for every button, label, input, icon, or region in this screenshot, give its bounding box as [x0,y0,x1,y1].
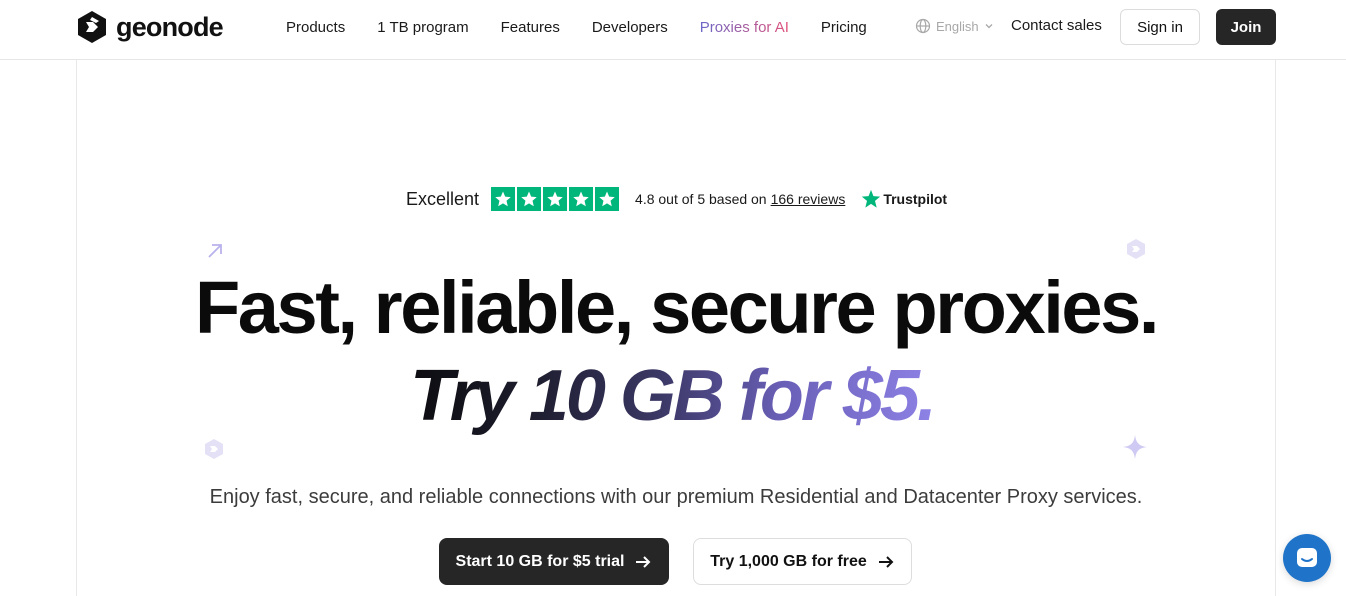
trustpilot-brand: Trustpilot [861,189,947,209]
trustpilot-stars [491,187,620,211]
try-free-button[interactable]: Try 1,000 GB for free [693,538,912,585]
trustpilot-reviews-link[interactable]: 166 reviews [771,191,846,207]
nav-proxies-for-ai[interactable]: Proxies for AI [700,19,789,36]
sign-in-button[interactable]: Sign in [1120,9,1200,45]
trustpilot-star-icon [862,189,881,208]
hero-offer: Try 10 GB for $5. [0,350,1346,442]
chat-icon [1297,548,1317,567]
arrow-right-icon [878,555,894,568]
trustpilot-score: 4.8 out of 5 based on [635,191,767,207]
nav-features[interactable]: Features [501,19,560,36]
site-header: geonode Products 1 TB program Features D… [0,0,1346,60]
arrow-right-icon [636,555,651,568]
geonode-logo[interactable]: geonode [76,10,224,44]
start-trial-button[interactable]: Start 10 GB for $5 trial [439,538,669,585]
chat-launcher-button[interactable] [1283,534,1331,582]
contact-sales-link[interactable]: Contact sales [1011,17,1102,34]
nav-products[interactable]: Products [286,19,345,36]
star-icon [543,187,568,211]
star-icon [491,187,516,211]
trustpilot-rating-word: Excellent [406,188,480,209]
nav-pricing[interactable]: Pricing [821,19,867,36]
hero-offer-text: Try 10 GB for $5. [410,356,942,436]
arrow-up-right-icon [208,244,222,258]
star-icon [517,187,542,211]
language-selector[interactable]: English [915,18,994,34]
chevron-down-icon [985,24,993,29]
main-nav: Products 1 TB program Features Developer… [286,0,899,54]
hero-subtitle: Enjoy fast, secure, and reliable connect… [209,486,1143,508]
geonode-logo-icon [78,11,106,43]
globe-icon [915,18,931,34]
nav-developers[interactable]: Developers [592,19,668,36]
trustpilot-brand-label: Trustpilot [883,191,948,207]
nav-1tb-program[interactable]: 1 TB program [377,19,468,36]
hero-headline: Fast, reliable, secure proxies. [194,266,1160,349]
try-free-label: Try 1,000 GB for free [710,552,867,570]
join-button[interactable]: Join [1216,9,1276,45]
geonode-mark-icon [1127,239,1145,259]
star-icon [569,187,594,211]
logo-text: geonode [116,12,224,42]
trustpilot-widget[interactable]: Excellent 4.8 out of 5 based on 166 revi… [406,186,947,212]
language-label: English [936,18,979,34]
start-trial-label: Start 10 GB for $5 trial [455,552,625,570]
star-icon [595,187,620,211]
